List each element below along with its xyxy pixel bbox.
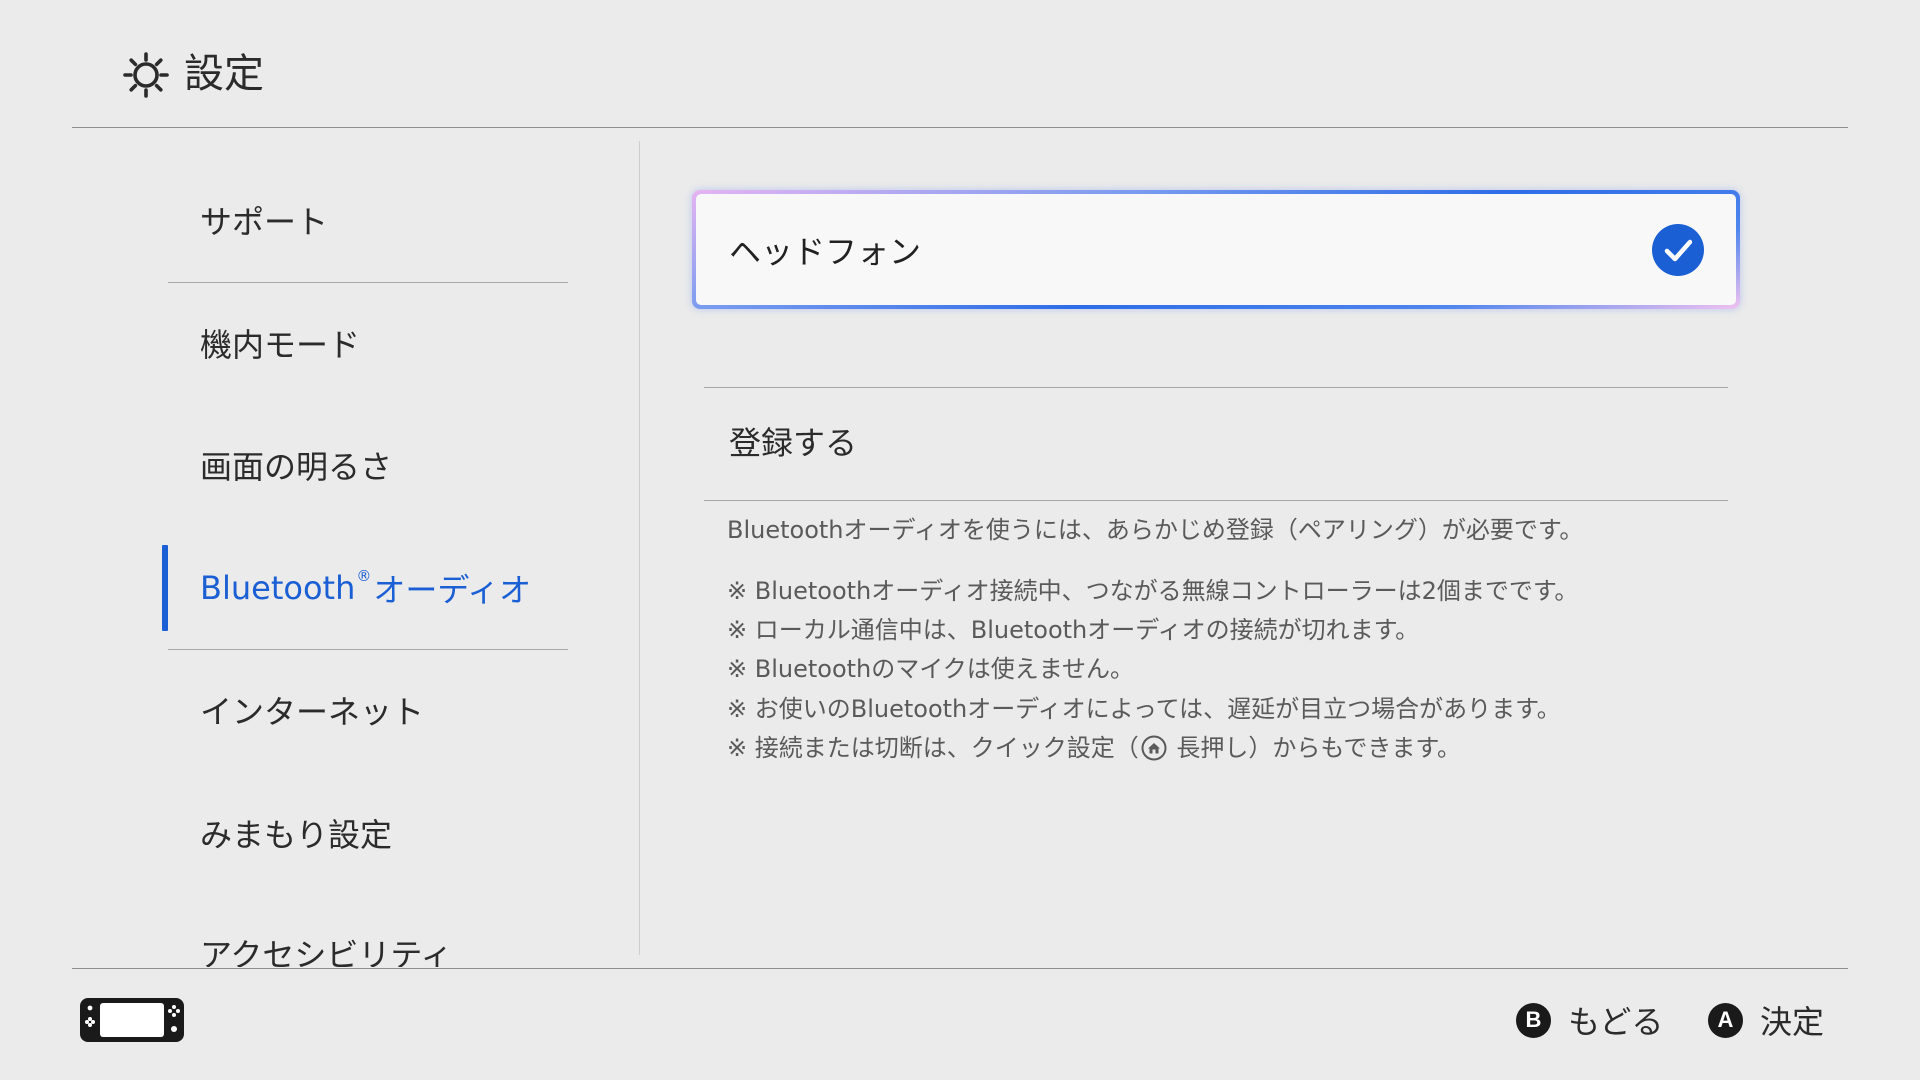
confirm-label: 決定	[1760, 1003, 1825, 1041]
register-button[interactable]: 登録する	[729, 423, 857, 463]
sidebar-item-internet[interactable]: インターネット	[168, 649, 568, 771]
sidebar-item-parental-controls[interactable]: みまもり設定	[168, 772, 568, 894]
sidebar-item-label: インターネット	[200, 693, 425, 731]
header-divider	[72, 127, 1848, 128]
main-divider	[704, 387, 1728, 388]
note-item: ※ お使いのBluetoothオーディオによっては、遅延が目立つ場合があります。	[727, 694, 1561, 723]
home-button-icon	[1141, 735, 1167, 761]
footer-divider	[72, 968, 1848, 969]
switch-console-icon	[80, 998, 184, 1042]
device-card-focus-border: ヘッドフォン	[692, 190, 1740, 309]
sidebar-item-label: アクセシビリティ	[200, 936, 453, 967]
note-item: ※ Bluetoothのマイクは使えません。	[727, 655, 1135, 684]
sidebar-item-label: みまもり設定	[200, 816, 393, 854]
sidebar-item-airplane-mode[interactable]: 機内モード	[168, 282, 568, 404]
device-name: ヘッドフォン	[729, 232, 922, 271]
sidebar-vertical-divider	[639, 141, 640, 955]
main-divider	[704, 500, 1728, 501]
sidebar-item-label: 画面の明るさ	[200, 448, 393, 486]
registered-mark: ®	[356, 567, 372, 585]
sidebar-item-bluetooth-audio[interactable]: Bluetooth ® オーディオ	[162, 527, 568, 649]
page-title: 設定	[184, 51, 264, 97]
a-button-icon: A	[1708, 1002, 1743, 1038]
notes-list: ※ Bluetoothオーディオ接続中、つながる無線コントローラーは2個までです…	[727, 572, 1578, 768]
description-text: Bluetoothオーディオを使うには、あらかじめ登録（ペアリング）が必要です。	[727, 516, 1584, 544]
sidebar-item-support[interactable]: サポート	[168, 159, 568, 281]
sidebar-item-screen-brightness[interactable]: 画面の明るさ	[168, 404, 568, 526]
note-text: 長押し）からもできます。	[1168, 733, 1462, 762]
confirm-button[interactable]: A 決定	[1708, 1000, 1825, 1041]
back-label: もどる	[1568, 1003, 1664, 1041]
note-item: ※ Bluetoothオーディオ接続中、つながる無線コントローラーは2個までです…	[727, 577, 1579, 605]
sidebar-item-label: Bluetooth	[200, 569, 356, 607]
sidebar-item-accessibility[interactable]: アクセシビリティ	[168, 892, 568, 967]
gear-icon	[123, 52, 169, 98]
device-card-headphones[interactable]: ヘッドフォン	[696, 194, 1736, 305]
note-item: ※ 接続または切断は、クイック設定（ 長押し）からもできます。	[727, 729, 1578, 768]
b-button-icon: B	[1516, 1002, 1551, 1038]
selection-indicator	[162, 545, 168, 631]
back-button[interactable]: B もどる	[1516, 1000, 1664, 1041]
sidebar: サポート 機内モード 画面の明るさ Bluetooth ® オーディオ インターネッ…	[0, 141, 639, 967]
sidebar-item-label-suffix: オーディオ	[373, 571, 532, 609]
check-circle-icon	[1652, 223, 1704, 276]
note-text: ※ 接続または切断は、クイック設定（	[727, 733, 1139, 762]
note-item: ※ ローカル通信中は、Bluetoothオーディオの接続が切れます。	[727, 616, 1420, 645]
sidebar-item-label: 機内モード	[200, 326, 361, 364]
sidebar-item-label: サポート	[200, 203, 329, 241]
